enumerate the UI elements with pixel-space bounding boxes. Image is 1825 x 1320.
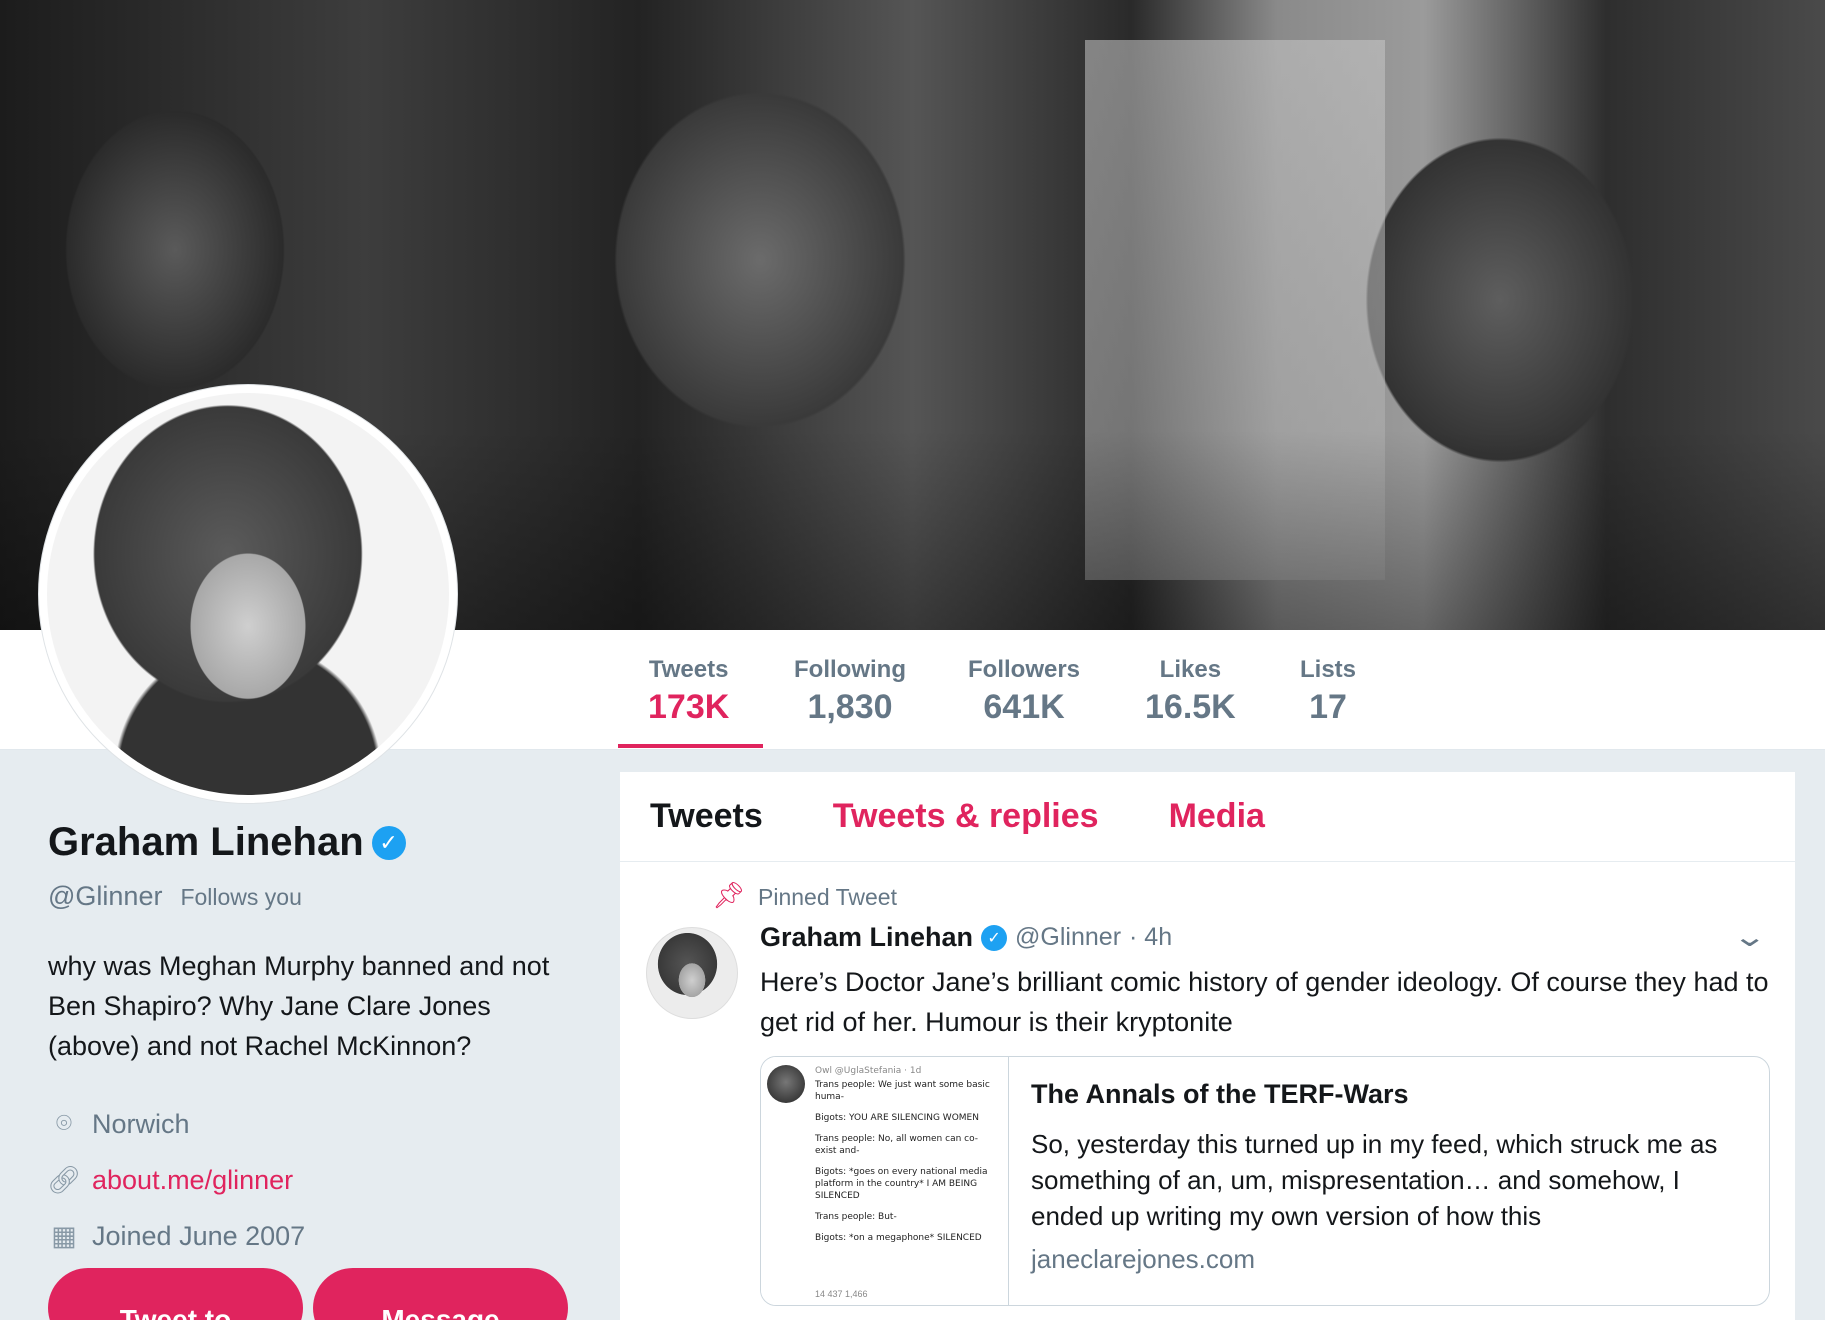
stat-likes[interactable]: Likes 16.5K [1145,656,1236,727]
tab-tweets-replies[interactable]: Tweets & replies [833,797,1099,836]
thumbnail-tweet-actions: 14 437 1,466 [815,1289,868,1299]
stat-following[interactable]: Following 1,830 [794,656,906,727]
stat-likes-value: 16.5K [1145,688,1236,726]
follows-you-badge: Follows you [180,884,302,910]
location-pin-icon: ⌾ [55,1108,73,1138]
card-body: The Annals of the TERF-Wars So, yesterda… [1031,1079,1751,1275]
timeline-tabs: Tweets Tweets & replies Media [620,772,1795,862]
stat-lists-label: Lists [1300,656,1357,683]
verified-badge-icon: ✓ [981,924,1008,951]
location-row: ⌾ Norwich [48,1096,588,1152]
tab-media[interactable]: Media [1169,797,1265,836]
stat-followers-label: Followers [968,656,1081,683]
pinned-tweet-label: Pinned Tweet [758,884,897,910]
thumbnail-tweet-header: Owl @UglaStefania · 1d [815,1066,922,1076]
tweet-header: Graham Linehan ✓ @Glinner · 4h [760,922,1172,953]
joined-row: ▦ Joined June 2007 [48,1208,588,1264]
chevron-down-icon[interactable]: ⌄ [1732,920,1767,953]
thumbnail-tweet-line: Trans people: No, all women can co-exist… [815,1134,979,1156]
profile-page: Tweets 173K Following 1,830 Followers 64… [0,0,1825,1320]
stat-tweets-value: 173K [648,688,730,726]
message-button[interactable]: Message [313,1268,568,1320]
tweet-to-button[interactable]: Tweet to [48,1268,303,1320]
profile-name[interactable]: Graham Linehan [48,820,364,865]
profile-avatar[interactable] [38,384,458,804]
card-title: The Annals of the TERF-Wars [1031,1079,1409,1109]
tweet-author-avatar[interactable] [646,927,738,1019]
stat-following-label: Following [794,656,906,683]
profile-bio: why was Meghan Murphy banned and not Ben… [48,951,550,1061]
avatar-image [47,393,449,795]
active-stat-underline [618,744,763,748]
tweet-timestamp[interactable]: · 4h [1129,923,1172,952]
stat-tweets-label: Tweets [648,656,729,683]
thumbnail-tweet-line: Trans people: We just want some basic hu… [815,1080,990,1102]
timeline-panel: Tweets Tweets & replies Media 📌︎ Pinned … [620,772,1795,1320]
joined-text: Joined June 2007 [92,1220,306,1251]
tweet-author-handle[interactable]: @Glinner [1015,923,1121,952]
handle-row: @Glinner Follows you [48,881,588,912]
calendar-icon: ▦ [51,1220,77,1251]
stat-followers[interactable]: Followers 641K [968,656,1080,727]
card-description: So, yesterday this turned up in my feed,… [1031,1129,1718,1231]
thumbnail-avatar [767,1065,805,1103]
stat-following-value: 1,830 [807,688,893,726]
location-text: Norwich [92,1108,190,1139]
link-preview-card[interactable]: Owl @UglaStefania · 1d Trans people: We … [760,1056,1770,1306]
stat-likes-label: Likes [1159,656,1222,683]
website-link[interactable]: about.me/glinner [92,1165,293,1196]
tweet-author-name[interactable]: Graham Linehan [760,922,973,953]
stat-tweets[interactable]: Tweets 173K [648,656,729,727]
link-icon: 🔗︎ [46,1165,82,1195]
name-row: Graham Linehan ✓ [48,820,588,865]
thumbnail-tweet-line: Bigots: *goes on every national media pl… [815,1167,988,1201]
stat-lists-value: 17 [1309,688,1347,726]
website-row: 🔗︎ about.me/glinner [46,1152,588,1208]
tweet-text: Here’s Doctor Jane’s brilliant comic his… [760,967,1769,1037]
card-thumbnail: Owl @UglaStefania · 1d Trans people: We … [761,1057,1009,1305]
thumbnail-tweet-line: Bigots: *on a megaphone* SILENCED [815,1233,982,1243]
stat-followers-value: 641K [983,688,1065,726]
profile-actions: Tweet to Message [48,1268,568,1320]
verified-badge-icon: ✓ [371,825,406,860]
pin-icon: 📌︎ [712,880,746,910]
stat-lists[interactable]: Lists 17 [1300,656,1356,727]
thumbnail-tweet-line: Trans people: But- [815,1212,897,1222]
card-domain: janeclarejones.com [1031,1244,1256,1274]
thumbnail-tweet-line: Bigots: YOU ARE SILENCING WOMEN [815,1113,979,1123]
tab-tweets[interactable]: Tweets [650,797,763,836]
profile-card: Graham Linehan ✓ @Glinner Follows you wh… [46,820,588,1264]
profile-meta: ⌾ Norwich 🔗︎ about.me/glinner ▦ Joined J… [46,1096,588,1264]
profile-handle[interactable]: @Glinner [48,881,162,912]
